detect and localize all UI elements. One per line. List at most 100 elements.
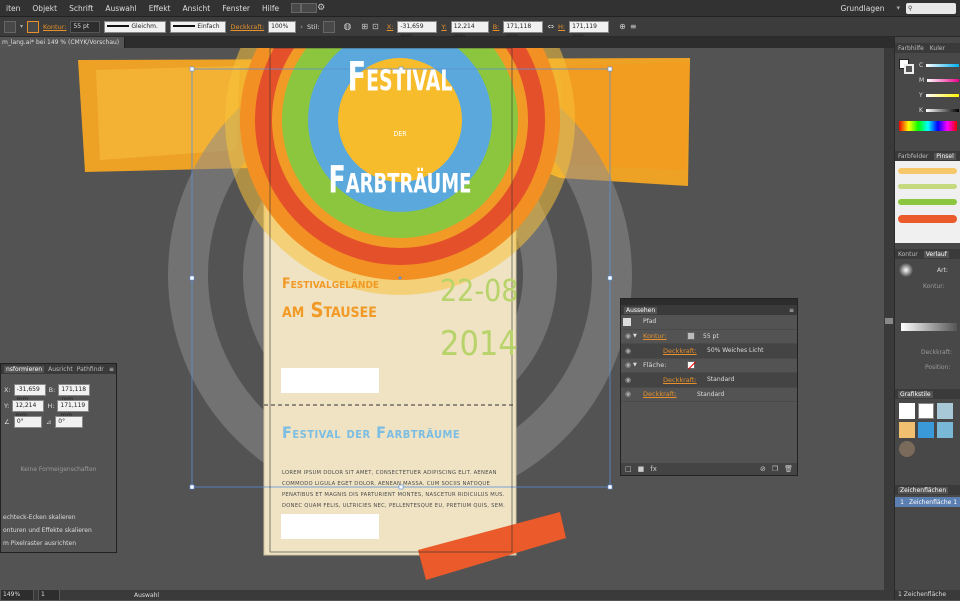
chevron-down-icon[interactable]: ▾ — [896, 4, 900, 12]
tab-swatches[interactable]: Farbfelder — [898, 153, 928, 160]
gradient-slider[interactable] — [901, 323, 957, 331]
slider-y[interactable]: Y — [919, 88, 959, 103]
stroke-label[interactable]: Kontur: — [43, 23, 66, 31]
panel-menu-icon[interactable]: ≡ — [109, 366, 116, 373]
align-grid-icon[interactable]: ⊞ — [361, 22, 368, 31]
brush-green[interactable] — [898, 199, 957, 205]
opt-pixel-grid[interactable]: m Pixelraster ausrichten — [3, 537, 116, 550]
y-label[interactable]: Y: — [441, 23, 446, 31]
tab-artboards[interactable]: Zeichenflächen — [898, 486, 949, 494]
recolor-icon[interactable]: ◍ — [343, 22, 351, 32]
eye-icon[interactable]: ◉ — [623, 376, 633, 384]
h-label[interactable]: H: — [558, 23, 565, 31]
brush-light-green[interactable] — [898, 184, 957, 189]
tp-x-field[interactable]: -31,659 mm — [13, 384, 46, 403]
zoom-field[interactable]: 149% — [0, 589, 34, 601]
eye-icon[interactable]: ◉ — [623, 332, 633, 340]
duplicate-icon[interactable]: ❐ — [772, 465, 778, 473]
style-pattern[interactable] — [937, 403, 953, 419]
bridge-icon[interactable] — [291, 3, 302, 13]
slider-c[interactable]: C — [919, 58, 959, 73]
ap-stroke-label[interactable]: Kontur: — [643, 332, 687, 340]
menu-edit[interactable]: iten — [0, 4, 26, 13]
style-none[interactable] — [918, 403, 934, 419]
stroke-swatch[interactable] — [687, 332, 695, 341]
menu-help[interactable]: Hilfe — [256, 4, 285, 13]
width-field[interactable]: 171,118 mm — [503, 20, 544, 40]
triangle-icon[interactable]: ▼ — [633, 333, 643, 339]
ap-opacity-label-3[interactable]: Deckkraft: — [643, 390, 697, 398]
menu-window[interactable]: Fenster — [216, 4, 256, 13]
style-light-blue[interactable] — [937, 422, 953, 438]
opt-scale-corners[interactable]: echteck-Ecken skalieren — [3, 511, 116, 524]
link-icon[interactable]: ⇔ — [547, 22, 554, 31]
x-field[interactable]: -31,659 mm — [397, 20, 438, 40]
ap-opacity-label-2[interactable]: Deckkraft: — [663, 376, 707, 384]
document-tab[interactable]: m_lang.ai* bei 149 % (CMYK/Vorschau) — [0, 37, 125, 48]
tp-y-field[interactable]: 12,214 mm — [12, 400, 45, 419]
fill-swatch[interactable] — [4, 20, 16, 33]
search-input[interactable]: ⚲ — [906, 2, 956, 14]
menu-type[interactable]: Schrift — [63, 4, 99, 13]
menu-effect[interactable]: Effekt — [143, 4, 177, 13]
artboard-nav-field[interactable]: 1 — [38, 589, 60, 601]
brush-list[interactable] — [895, 161, 960, 243]
new-stroke-icon[interactable]: □ — [625, 465, 632, 473]
y-field[interactable]: 12,214 mm — [450, 20, 489, 40]
ap-fill-label[interactable]: Fläche: — [643, 361, 687, 369]
triangle-icon[interactable]: ▼ — [633, 362, 643, 368]
tab-color-guide[interactable]: Farbhilfe — [898, 45, 924, 52]
style-brown[interactable] — [899, 441, 915, 457]
opt-scale-strokes[interactable]: onturen und Effekte skalieren — [3, 524, 116, 537]
brush-red[interactable] — [898, 215, 957, 223]
artboard-item[interactable]: 1 Zeichenfläche 1 — [895, 497, 960, 507]
tab-transform[interactable]: nsformieren — [4, 365, 45, 373]
panel-menu-icon[interactable]: ≡ — [789, 307, 797, 314]
menu-view[interactable]: Ansicht — [177, 4, 217, 13]
arrange-icon[interactable] — [301, 3, 318, 13]
brush-yellow[interactable] — [898, 168, 957, 174]
height-field[interactable]: 171,119 mm — [569, 20, 610, 40]
opacity-field[interactable]: 100% — [268, 20, 297, 33]
tab-align[interactable]: Ausricht — [48, 366, 73, 373]
new-fill-icon[interactable]: ■ — [638, 465, 645, 473]
tab-graphic-styles[interactable]: Grafikstile — [898, 390, 933, 398]
stroke-swatch[interactable] — [27, 20, 40, 33]
fx-icon[interactable]: fx — [650, 465, 657, 473]
tab-stroke[interactable]: Kontur — [898, 251, 918, 258]
workspace-switcher[interactable]: Grundlagen — [835, 4, 891, 13]
clear-icon[interactable]: ⊘ — [760, 465, 766, 473]
eye-icon[interactable]: ◉ — [623, 361, 633, 369]
x-label[interactable]: X: — [387, 23, 394, 31]
trash-icon[interactable]: 🗑 — [784, 465, 797, 473]
eye-icon[interactable]: ◉ — [623, 390, 633, 398]
stroke-profile-select[interactable]: Gleichm. — [104, 20, 167, 33]
transform-icon[interactable]: ⊡ — [372, 22, 379, 31]
style-default[interactable] — [899, 403, 915, 419]
opacity-label[interactable]: Deckkraft: — [230, 23, 264, 31]
tp-h-field[interactable]: 171,119 mm — [57, 400, 90, 419]
stroke-indicator[interactable] — [904, 64, 914, 74]
slider-m[interactable]: M — [919, 73, 959, 88]
rotate-field[interactable]: 0° — [13, 416, 42, 428]
panel-menu-icon[interactable]: ≡ — [630, 22, 637, 31]
style-orange[interactable] — [899, 422, 915, 438]
gradient-preview[interactable] — [899, 263, 913, 277]
graphic-styles-grid[interactable] — [895, 399, 960, 461]
style-swatch[interactable] — [323, 20, 336, 33]
tab-kuler[interactable]: Kuler — [930, 45, 945, 52]
tab-brushes[interactable]: Pinsel — [934, 152, 956, 160]
sync-icon[interactable]: ⚙ — [317, 3, 325, 13]
b-label[interactable]: B: — [493, 23, 500, 31]
color-spectrum[interactable] — [899, 121, 957, 131]
stroke-weight-field[interactable]: 55 pt — [70, 20, 101, 33]
style-blue[interactable] — [918, 422, 934, 438]
tab-pathfinder[interactable]: Pathfindr — [77, 366, 104, 373]
fill-none-swatch[interactable] — [687, 361, 696, 370]
menu-object[interactable]: Objekt — [26, 4, 63, 13]
menu-select[interactable]: Auswahl — [99, 4, 142, 13]
slider-k[interactable]: K — [919, 103, 959, 118]
brush-select[interactable]: Einfach — [170, 20, 227, 33]
tab-gradient[interactable]: Verlauf — [923, 250, 949, 258]
eye-icon[interactable]: ◉ — [623, 347, 633, 355]
